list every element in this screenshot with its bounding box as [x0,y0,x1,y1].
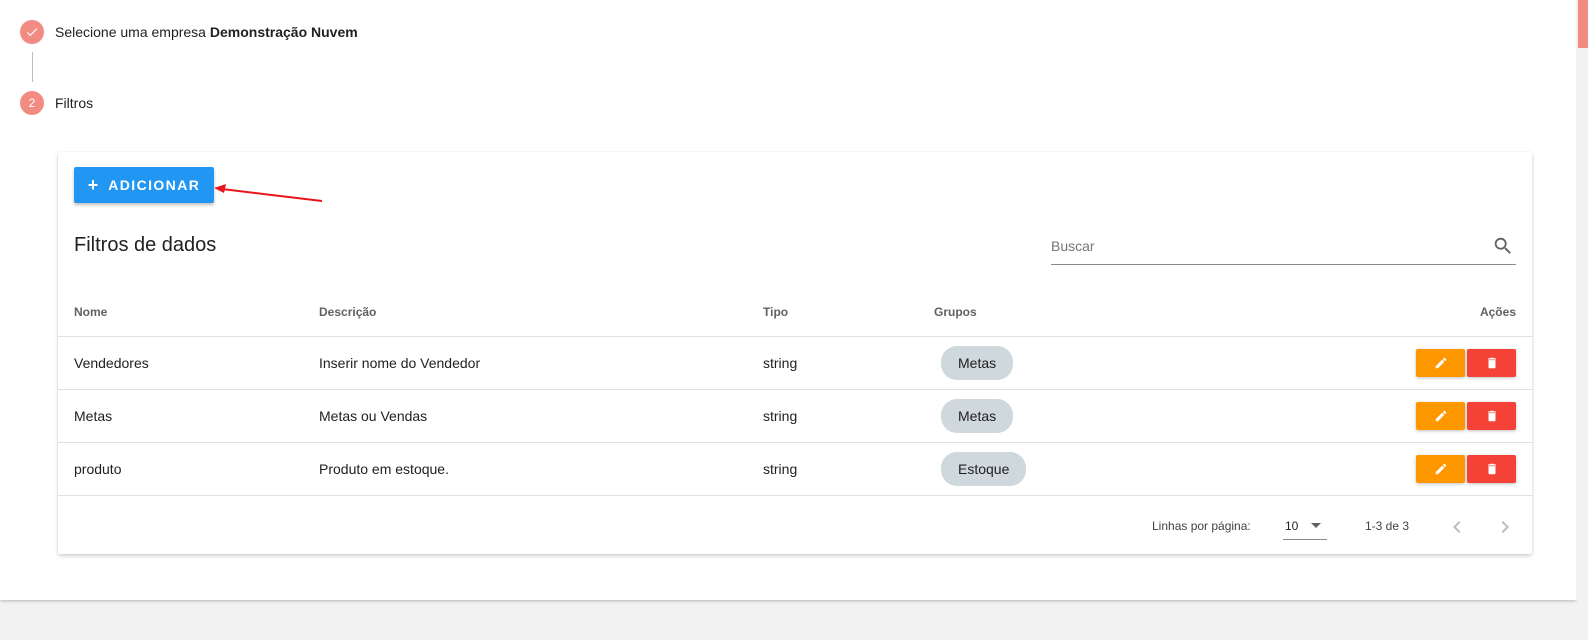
header-nome[interactable]: Nome [58,288,319,337]
group-chip: Metas [941,346,1014,380]
cell-tipo: string [763,336,934,390]
cell-descricao: Produto em estoque. [319,442,763,496]
header-grupos[interactable]: Grupos [934,288,1334,337]
search-input[interactable] [1051,236,1481,256]
card-title: Filtros de dados [74,234,217,256]
group-chip: Estoque [941,452,1027,486]
trash-icon [1487,357,1496,369]
plus-icon: + [87,174,99,195]
edit-button[interactable] [1416,349,1465,377]
filters-table: Nome Descrição Tipo Grupos Ações Vendedo… [58,288,1532,496]
cell-tipo: string [763,442,934,496]
trash-icon [1487,463,1496,475]
pencil-icon [1435,410,1446,422]
table-row: Vendedores Inserir nome do Vendedor stri… [58,336,1532,390]
delete-button[interactable] [1467,402,1516,430]
step-1-company: Demonstração Nuvem [209,24,358,40]
cell-nome: produto [58,442,319,496]
cell-tipo: string [763,389,934,443]
step-1-text: Selecione uma empresa [55,24,206,40]
cell-grupos: Metas [934,389,1334,443]
filters-card: + ADICIONAR Filtros de dados Nome Descri… [58,152,1532,554]
step-1[interactable]: Selecione uma empresa Demonstração Nuvem [20,20,358,44]
step-1-label: Selecione uma empresa Demonstração Nuvem [55,24,358,40]
annotation-arrow-icon [214,184,323,202]
rows-per-page-label: Linhas por página: [1152,519,1251,533]
pencil-icon [1435,357,1446,369]
header-acoes: Ações [1334,288,1532,337]
cell-grupos: Metas [934,336,1334,390]
step-2[interactable]: 2 Filtros [20,91,93,115]
search-field[interactable] [1051,230,1516,265]
table-row: Metas Metas ou Vendas string Metas [58,389,1532,443]
delete-button[interactable] [1467,455,1516,483]
table-row: produto Produto em estoque. string Estoq… [58,442,1532,496]
header-tipo[interactable]: Tipo [763,288,934,337]
cell-nome: Vendedores [58,336,319,390]
cell-acoes [1334,442,1532,496]
step-2-label: Filtros [55,95,94,111]
group-chip: Metas [941,399,1014,433]
stepper-connector [32,52,33,82]
step-2-number: 2 [20,91,44,115]
table-header-row: Nome Descrição Tipo Grupos Ações [58,288,1532,337]
cell-descricao: Metas ou Vendas [319,389,763,443]
step-1-check-icon [20,20,44,44]
cell-descricao: Inserir nome do Vendedor [319,336,763,390]
edit-button[interactable] [1416,402,1465,430]
pagination-range: 1-3 de 3 [1365,519,1410,533]
cell-nome: Metas [58,389,319,443]
chevron-left-icon[interactable] [1445,515,1469,539]
scrollbar-track[interactable] [1576,0,1588,600]
caret-down-icon [1311,523,1321,528]
rows-per-page-select[interactable]: 10 [1283,511,1327,540]
cell-acoes [1334,389,1532,443]
cell-acoes [1334,336,1532,390]
header-descricao[interactable]: Descrição [319,288,763,337]
rows-per-page-value: 10 [1285,519,1299,533]
chevron-right-icon[interactable] [1493,515,1517,539]
cell-grupos: Estoque [934,442,1334,496]
edit-button[interactable] [1416,455,1465,483]
scrollbar-thumb[interactable] [1578,0,1588,48]
trash-icon [1487,410,1496,422]
search-icon[interactable] [1492,235,1514,257]
main-panel: Selecione uma empresa Demonstração Nuvem… [0,0,1576,600]
table-footer: Linhas por página: 10 1-3 de 3 [58,497,1532,554]
add-filter-button[interactable]: + ADICIONAR [74,167,214,203]
delete-button[interactable] [1467,349,1516,377]
pencil-icon [1435,463,1446,475]
add-filter-button-label: ADICIONAR [108,177,201,193]
